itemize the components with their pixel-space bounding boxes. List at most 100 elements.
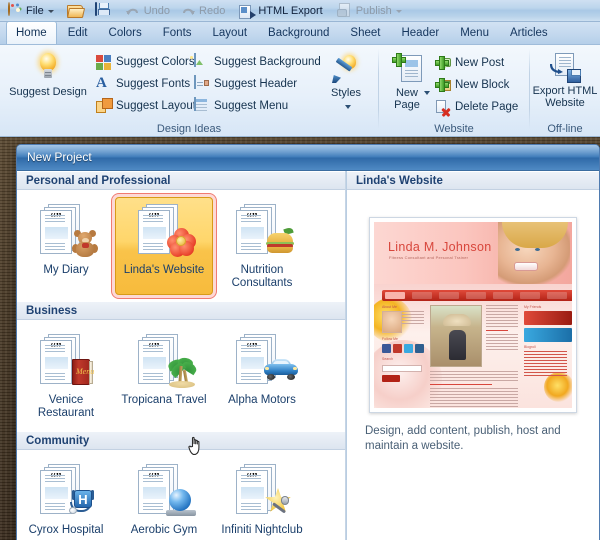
- template-my-diary[interactable]: My Diary: [17, 197, 115, 295]
- export-html-website-button[interactable]: Export HTML Website: [532, 53, 598, 109]
- open-button[interactable]: [63, 1, 89, 20]
- tab-colors[interactable]: Colors: [99, 22, 152, 44]
- dialog-body: Personal and Professional My Diary Linda…: [17, 171, 599, 540]
- template-label: Infiniti Nightclub: [221, 524, 303, 536]
- tab-fonts[interactable]: Fonts: [153, 22, 202, 44]
- template-cyrox-hospital[interactable]: Cyrox Hospital: [17, 457, 115, 540]
- delete-page-label: Delete Page: [455, 101, 519, 113]
- undo-label: Undo: [143, 4, 171, 17]
- suggest-background-button[interactable]: Suggest Background: [194, 53, 321, 70]
- suggest-header-label: Suggest Header: [214, 78, 298, 90]
- undo-button[interactable]: Undo: [121, 1, 175, 20]
- tab-background[interactable]: Background: [258, 22, 339, 44]
- template-venice-restaurant[interactable]: Menu Venice Restaurant: [17, 327, 115, 425]
- group-title-website: Website: [434, 123, 474, 135]
- mouse-cursor-hand-icon: [187, 433, 207, 457]
- category-grid-business: Menu Venice Restaurant Tropicana Travel …: [17, 320, 346, 431]
- redo-button[interactable]: Redo: [176, 1, 230, 20]
- template-thumbnail: [132, 462, 196, 520]
- template-thumbnail: [132, 332, 199, 390]
- template-browser[interactable]: Personal and Professional My Diary Linda…: [17, 171, 347, 540]
- chevron-down-icon: [395, 10, 402, 13]
- suggest-menu-label: Suggest Menu: [214, 100, 289, 112]
- new-post-button[interactable]: New Post: [435, 54, 504, 72]
- suggest-colors-button[interactable]: Suggest Colors: [96, 54, 195, 70]
- preview-column-label: Blogroll: [524, 345, 536, 349]
- preview-link-list: [524, 351, 572, 376]
- template-label: Nutrition Consultants: [231, 264, 293, 289]
- save-button[interactable]: [90, 1, 116, 20]
- template-nutrition-consultants[interactable]: Nutrition Consultants: [213, 197, 311, 295]
- html-export-icon: [239, 4, 257, 19]
- preview-nav-bar: [382, 290, 572, 301]
- tab-articles[interactable]: Articles: [500, 22, 558, 44]
- template-aerobic-gym[interactable]: Aerobic Gym: [115, 457, 213, 540]
- delete-page-button[interactable]: Delete Page: [435, 98, 518, 116]
- suggest-header-button[interactable]: Suggest Header: [194, 75, 298, 92]
- html-export-button[interactable]: HTML Export: [235, 1, 327, 20]
- preview-description: Design, add content, publish, host and m…: [365, 425, 561, 452]
- preview-site-subtitle: Fitness Consultant and Personal Trainer: [389, 255, 469, 260]
- preview-banner-ad: [524, 328, 572, 342]
- new-page-button[interactable]: New Page: [383, 53, 431, 111]
- burger-icon: [266, 226, 294, 254]
- chevron-down-icon[interactable]: [344, 105, 351, 110]
- template-infiniti-nightclub[interactable]: Infiniti Nightclub: [213, 457, 311, 540]
- category-header-business: Business: [17, 301, 346, 320]
- new-page-icon: [392, 53, 422, 85]
- file-menu-button[interactable]: File: [3, 1, 58, 20]
- preview-banner-ad: [524, 311, 572, 325]
- new-post-icon: [435, 56, 451, 72]
- template-scroll-area[interactable]: Personal and Professional My Diary Linda…: [17, 171, 346, 540]
- tab-home[interactable]: Home: [6, 21, 57, 44]
- menu-list-icon: [194, 97, 210, 114]
- preview-social-icons: [382, 344, 424, 353]
- suggest-fonts-button[interactable]: A Suggest Fonts: [96, 76, 190, 92]
- template-lindas-website[interactable]: Linda's Website: [115, 197, 213, 295]
- suggest-design-button[interactable]: Suggest Design: [4, 53, 92, 98]
- template-tropicana-travel[interactable]: Tropicana Travel: [115, 327, 213, 425]
- publish-button[interactable]: Publish: [333, 1, 406, 20]
- quick-access-toolbar: File Undo Redo HTML Export Publish: [0, 0, 600, 22]
- delete-page-icon: [435, 100, 451, 116]
- chevron-down-icon[interactable]: [424, 91, 430, 95]
- preview-text-lines: [486, 305, 518, 367]
- styles-button[interactable]: Styles: [318, 55, 374, 113]
- category-grid-personal: My Diary Linda's Website Nutrition Consu…: [17, 190, 346, 301]
- export-html-website-label: Export HTML Website: [532, 85, 598, 109]
- suggest-layout-label: Suggest Layout: [116, 100, 196, 112]
- tab-menu[interactable]: Menu: [450, 22, 499, 44]
- template-label: Venice Restaurant: [37, 394, 95, 419]
- tab-layout[interactable]: Layout: [203, 22, 258, 44]
- suggest-layout-button[interactable]: Suggest Layout: [96, 98, 196, 114]
- new-block-icon: [435, 78, 451, 94]
- category-header-community: Community: [17, 431, 346, 450]
- preview-search-field: [382, 365, 422, 372]
- preview-right-column: My Friends Blogroll: [524, 305, 572, 378]
- suggest-menu-button[interactable]: Suggest Menu: [194, 97, 289, 114]
- tab-header[interactable]: Header: [391, 22, 449, 44]
- suggest-fonts-label: Suggest Fonts: [116, 78, 191, 90]
- preview-column-label: My Friends: [524, 305, 542, 309]
- lightbulb-brush-icon: [331, 55, 361, 85]
- header-banner-icon: [194, 75, 210, 92]
- styles-label: Styles: [331, 87, 361, 99]
- suggest-background-label: Suggest Background: [214, 56, 321, 68]
- background-picture-icon: [194, 53, 210, 70]
- template-thumbnail: [132, 202, 196, 260]
- dialog-title-bar: [17, 145, 599, 171]
- teddy-bear-icon: [72, 230, 98, 258]
- undo-arrow-icon: [125, 5, 141, 19]
- preview-search-button: [382, 375, 400, 382]
- suggest-colors-label: Suggest Colors: [116, 56, 195, 68]
- layout-blocks-icon: [96, 98, 112, 114]
- new-block-button[interactable]: New Block: [435, 76, 509, 94]
- template-label: Linda's Website: [123, 264, 205, 276]
- tab-sheet[interactable]: Sheet: [340, 22, 390, 44]
- template-label: My Diary: [43, 264, 89, 276]
- star-microphone-icon: [264, 488, 294, 516]
- tab-edit[interactable]: Edit: [58, 22, 98, 44]
- ribbon: Suggest Design Suggest Colors A Suggest …: [0, 45, 600, 137]
- new-post-label: New Post: [455, 57, 505, 69]
- template-alpha-motors[interactable]: Alpha Motors: [213, 327, 311, 425]
